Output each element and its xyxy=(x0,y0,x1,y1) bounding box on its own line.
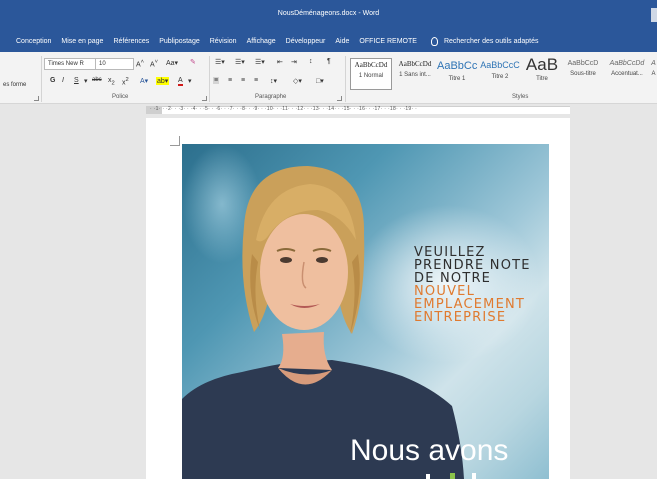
flyer-headline: VEUILLEZ PRENDRE NOTE DE NOTRE NOUVEL EM… xyxy=(414,246,531,324)
tab-developpeur[interactable]: Développeur xyxy=(286,38,326,45)
font-color-dropdown-icon[interactable]: ▾ xyxy=(188,77,192,85)
style-heading-2[interactable]: AaBbCcC Titre 2 xyxy=(479,58,521,90)
style-more[interactable]: A A xyxy=(650,58,657,90)
tab-mise-en-page[interactable]: Mise en page xyxy=(61,38,103,45)
margin-corner-mark xyxy=(170,136,180,146)
text-effects-icon[interactable]: A▾ xyxy=(140,77,148,85)
underline-icon[interactable]: S xyxy=(74,77,79,84)
tab-publipostage[interactable]: Publipostage xyxy=(159,38,199,45)
style-normal[interactable]: AaBbCcDd 1 Normal xyxy=(350,58,392,90)
flyer-big-text: Nous avons xyxy=(350,434,509,467)
window-title: NousDéménageons.docx - Word xyxy=(277,10,380,17)
ribbon-tabs: Conception Mise en page Références Publi… xyxy=(0,30,657,52)
font-group-label: Police xyxy=(112,94,129,100)
underline-dropdown-icon[interactable]: ▾ xyxy=(84,77,88,85)
align-left-icon[interactable]: ≡ xyxy=(213,77,220,84)
clipboard-launcher-icon[interactable] xyxy=(34,96,39,101)
format-painter-label[interactable]: es forme xyxy=(3,82,26,88)
multilevel-list-icon[interactable]: ☰▾ xyxy=(255,58,265,66)
font-launcher-icon[interactable] xyxy=(202,96,207,101)
grow-font-icon[interactable]: A˄ xyxy=(136,59,144,68)
word-window: NousDéménageons.docx - Word Conception M… xyxy=(0,0,657,479)
align-center-icon[interactable]: ≡ xyxy=(228,77,232,84)
increase-indent-icon[interactable]: ⇥ xyxy=(291,58,297,66)
font-color-icon[interactable]: A xyxy=(178,77,183,86)
tell-me-label: Rechercher des outils adaptés xyxy=(443,37,539,45)
face xyxy=(260,214,348,330)
tab-conception[interactable]: Conception xyxy=(16,38,51,45)
horizontal-ruler[interactable]: · ·1· · ·2· · ·3· · ·4· · ·5· · ·6· · ·7… xyxy=(0,104,657,114)
borders-icon[interactable]: □▾ xyxy=(316,77,324,85)
sort-icon[interactable]: ↕ xyxy=(309,58,313,65)
highlight-icon[interactable]: ab▾ xyxy=(156,77,170,85)
tab-aide[interactable]: Aide xyxy=(335,38,349,45)
font-size-field[interactable]: 10 xyxy=(96,58,134,70)
lightbulb-icon xyxy=(430,36,438,46)
headline-accent-line: ENTREPRISE xyxy=(414,310,507,325)
left-eye xyxy=(280,257,292,263)
shrink-font-icon[interactable]: A˅ xyxy=(150,59,158,68)
style-subtitle[interactable]: AaBbCcD Sous-titre xyxy=(563,58,603,90)
tell-me-box[interactable]: Rechercher des outils adaptés xyxy=(430,36,539,46)
show-marks-icon[interactable]: ¶ xyxy=(327,58,331,65)
style-title[interactable]: AaB Titre xyxy=(522,55,562,90)
styles-group-label: Styles xyxy=(512,94,529,100)
tab-references[interactable]: Références xyxy=(113,38,149,45)
align-right-icon[interactable]: ≡ xyxy=(241,77,245,84)
style-heading-1[interactable]: AaBbCc Titre 1 xyxy=(437,58,477,90)
bold-icon[interactable]: G xyxy=(50,77,55,84)
tab-office-remote[interactable]: OFFICE REMOTE xyxy=(359,38,417,45)
change-case-icon[interactable]: Aa▾ xyxy=(166,59,178,67)
right-eye xyxy=(316,257,328,263)
shading-icon[interactable]: ◇▾ xyxy=(293,77,302,85)
clear-formatting-icon[interactable]: ✎ xyxy=(190,58,196,66)
divider xyxy=(209,56,210,102)
paragraph-launcher-icon[interactable] xyxy=(337,96,342,101)
ribbon: es forme Times New R 10 A˄ A˅ Aa▾ ✎ G I … xyxy=(0,52,657,104)
ruler-marks: · ·1· · ·2· · ·3· · ·4· · ·5· · ·6· · ·7… xyxy=(150,106,418,112)
style-no-spacing[interactable]: AaBbCcDd 1 Sans int... xyxy=(394,58,436,90)
justify-icon[interactable]: ≡ xyxy=(254,77,258,84)
neck xyxy=(278,332,332,370)
next-line-fragment xyxy=(426,473,476,479)
paragraph-group-label: Paragraphe xyxy=(255,94,287,100)
tab-revision[interactable]: Révision xyxy=(210,38,237,45)
window-control[interactable] xyxy=(651,8,657,22)
divider xyxy=(345,56,346,102)
style-emphasis[interactable]: AaBbCcDd Accentuat... xyxy=(605,58,649,90)
italic-icon[interactable]: I xyxy=(62,77,64,84)
decrease-indent-icon[interactable]: ⇤ xyxy=(277,58,283,66)
superscript-icon[interactable]: x2 xyxy=(122,77,129,86)
font-name-field[interactable]: Times New R xyxy=(44,58,96,70)
tab-affichage[interactable]: Affichage xyxy=(247,38,276,45)
numbering-icon[interactable]: ☰▾ xyxy=(235,58,245,66)
divider xyxy=(41,56,42,102)
title-bar: NousDéménageons.docx - Word xyxy=(0,0,657,30)
subscript-icon[interactable]: x2 xyxy=(108,77,115,86)
bullets-icon[interactable]: ☰▾ xyxy=(215,58,225,66)
strikethrough-icon[interactable]: abc xyxy=(92,77,102,83)
line-spacing-icon[interactable]: ↕▾ xyxy=(270,77,277,85)
